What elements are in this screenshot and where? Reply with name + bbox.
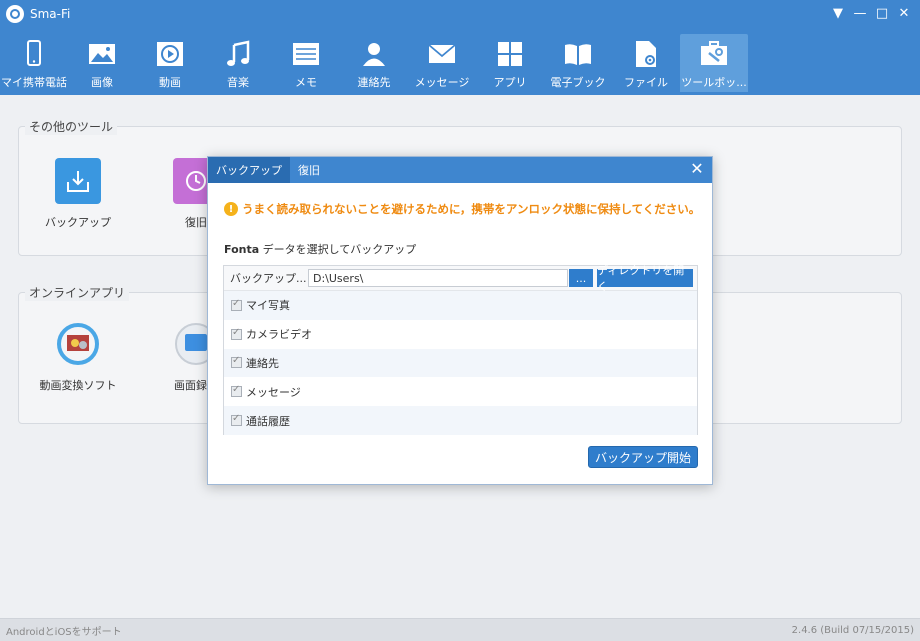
item-label: メッセージ (246, 385, 301, 399)
top-bar: Sma-Fi ▼ — □ ✕ マイ携帯電話 画像 動画 音楽 メモ 連絡先 メッ… (0, 0, 920, 95)
maximize-button[interactable]: □ (872, 4, 892, 22)
tab-music[interactable]: 音楽 (204, 34, 272, 92)
item-label: カメラビデオ (246, 328, 312, 342)
backup-path-label: バックアップ... (230, 272, 307, 285)
backup-icon (55, 158, 101, 204)
dialog-tab-restore[interactable]: 復旧 (290, 157, 328, 183)
list-item: 連絡先 (224, 348, 697, 378)
checkbox-call-history[interactable] (231, 413, 242, 427)
item-label: 連絡先 (246, 356, 279, 370)
tab-label: マイ携帯電話 (1, 76, 67, 89)
tab-memo[interactable]: メモ (272, 34, 340, 92)
backup-tile[interactable]: バックアップ (33, 158, 123, 230)
select-label-text: データを選択してバックアップ (259, 243, 417, 256)
tab-messages[interactable]: メッセージ (408, 34, 476, 92)
backup-path-input[interactable] (308, 269, 568, 287)
dialog-close-icon[interactable]: ✕ (688, 160, 706, 178)
device-name: Fonta (224, 243, 260, 256)
title-bar: Sma-Fi (0, 0, 920, 28)
tab-label: ファイル (624, 76, 668, 89)
video-converter-tile[interactable]: 動画変換ソフト (33, 321, 123, 393)
app-logo-icon (6, 5, 24, 23)
item-label: マイ写真 (246, 299, 290, 313)
toolbox-icon (701, 41, 727, 65)
start-backup-button[interactable]: バックアップ開始 (588, 446, 698, 468)
backup-path-row: バックアップ... ... ディレクトリを開く (224, 264, 697, 293)
music-icon (227, 40, 250, 66)
tile-label: 動画変換ソフト (39, 379, 117, 392)
tab-label: 動画 (159, 76, 181, 89)
tab-videos[interactable]: 動画 (136, 34, 204, 92)
list-item: カメラビデオ (224, 320, 697, 349)
tab-my-phone[interactable]: マイ携帯電話 (0, 34, 68, 92)
tab-apps[interactable]: アプリ (476, 34, 544, 92)
tab-label: 画像 (91, 76, 113, 89)
select-data-label: Fonta データを選択してバックアップ (224, 241, 416, 257)
data-selection-panel: バックアップ... ... ディレクトリを開く マイ写真 カメラビデオ 連絡先 … (223, 264, 698, 435)
group-title: オンラインアプリ (25, 284, 130, 301)
video-converter-icon (55, 321, 101, 367)
tab-label: ツールボッ... (681, 76, 747, 89)
minimize-button[interactable]: — (850, 4, 870, 22)
warning-text: うまく読み取られないことを避けるために，携帯をアンロック状態に保持してください。 (242, 202, 701, 216)
status-bar: AndroidとiOSをサポート 2.4.6 (Build 07/15/2015… (0, 618, 920, 641)
browse-button[interactable]: ... (569, 269, 593, 287)
apps-icon (498, 42, 522, 66)
contacts-icon (363, 43, 385, 66)
menu-dropdown-icon[interactable]: ▼ (828, 4, 848, 22)
checkbox-camera-video[interactable] (231, 327, 242, 340)
dialog-tab-backup[interactable]: バックアップ (208, 157, 290, 183)
ebook-icon (565, 44, 591, 65)
message-icon (428, 44, 456, 63)
app-title: Sma-Fi (30, 7, 71, 21)
tab-label: 音楽 (227, 76, 249, 89)
open-directory-button[interactable]: ディレクトリを開く (597, 264, 693, 293)
image-icon (89, 44, 115, 64)
tab-contacts[interactable]: 連絡先 (340, 34, 408, 92)
tab-images[interactable]: 画像 (68, 34, 136, 92)
tab-label: 連絡先 (357, 76, 391, 89)
tab-label: 電子ブック (550, 76, 606, 89)
tab-toolbox[interactable]: ツールボッ... (680, 34, 748, 92)
close-window-button[interactable]: ✕ (894, 4, 914, 22)
main-toolbar: マイ携帯電話 画像 動画 音楽 メモ 連絡先 メッセージ アプリ 電子ブック フ… (0, 34, 748, 92)
checkbox-messages[interactable] (231, 384, 242, 398)
warning-message: ! うまく読み取られないことを避けるために，携帯をアンロック状態に保持してくださ… (224, 201, 700, 217)
window-controls: ▼ — □ ✕ (828, 4, 914, 22)
tab-label: メモ (295, 76, 317, 89)
status-left-text: AndroidとiOSをサポート (6, 626, 122, 638)
memo-icon (293, 43, 319, 65)
version-text: 2.4.6 (Build 07/15/2015) (791, 624, 914, 636)
list-item: メッセージ (224, 377, 697, 406)
item-label: 通話履歴 (246, 414, 290, 428)
list-item: マイ写真 (224, 291, 697, 320)
tab-label: アプリ (493, 76, 527, 89)
video-icon (157, 42, 183, 66)
file-icon (636, 41, 656, 67)
group-title: その他のツール (25, 118, 118, 135)
tab-files[interactable]: ファイル (612, 34, 680, 92)
tile-label: バックアップ (45, 216, 111, 229)
tab-ebooks[interactable]: 電子ブック (544, 34, 612, 92)
warning-icon: ! (224, 202, 238, 216)
phone-icon (27, 40, 41, 66)
checkbox-my-photos[interactable] (231, 298, 242, 311)
tab-label: メッセージ (414, 76, 470, 89)
list-item: 通話履歴 (224, 406, 697, 435)
backup-dialog: バックアップ 復旧 ✕ ! うまく読み取られないことを避けるために，携帯をアンロ… (207, 156, 713, 485)
dialog-header: バックアップ 復旧 ✕ (208, 157, 712, 183)
checkbox-contacts[interactable] (231, 355, 242, 369)
